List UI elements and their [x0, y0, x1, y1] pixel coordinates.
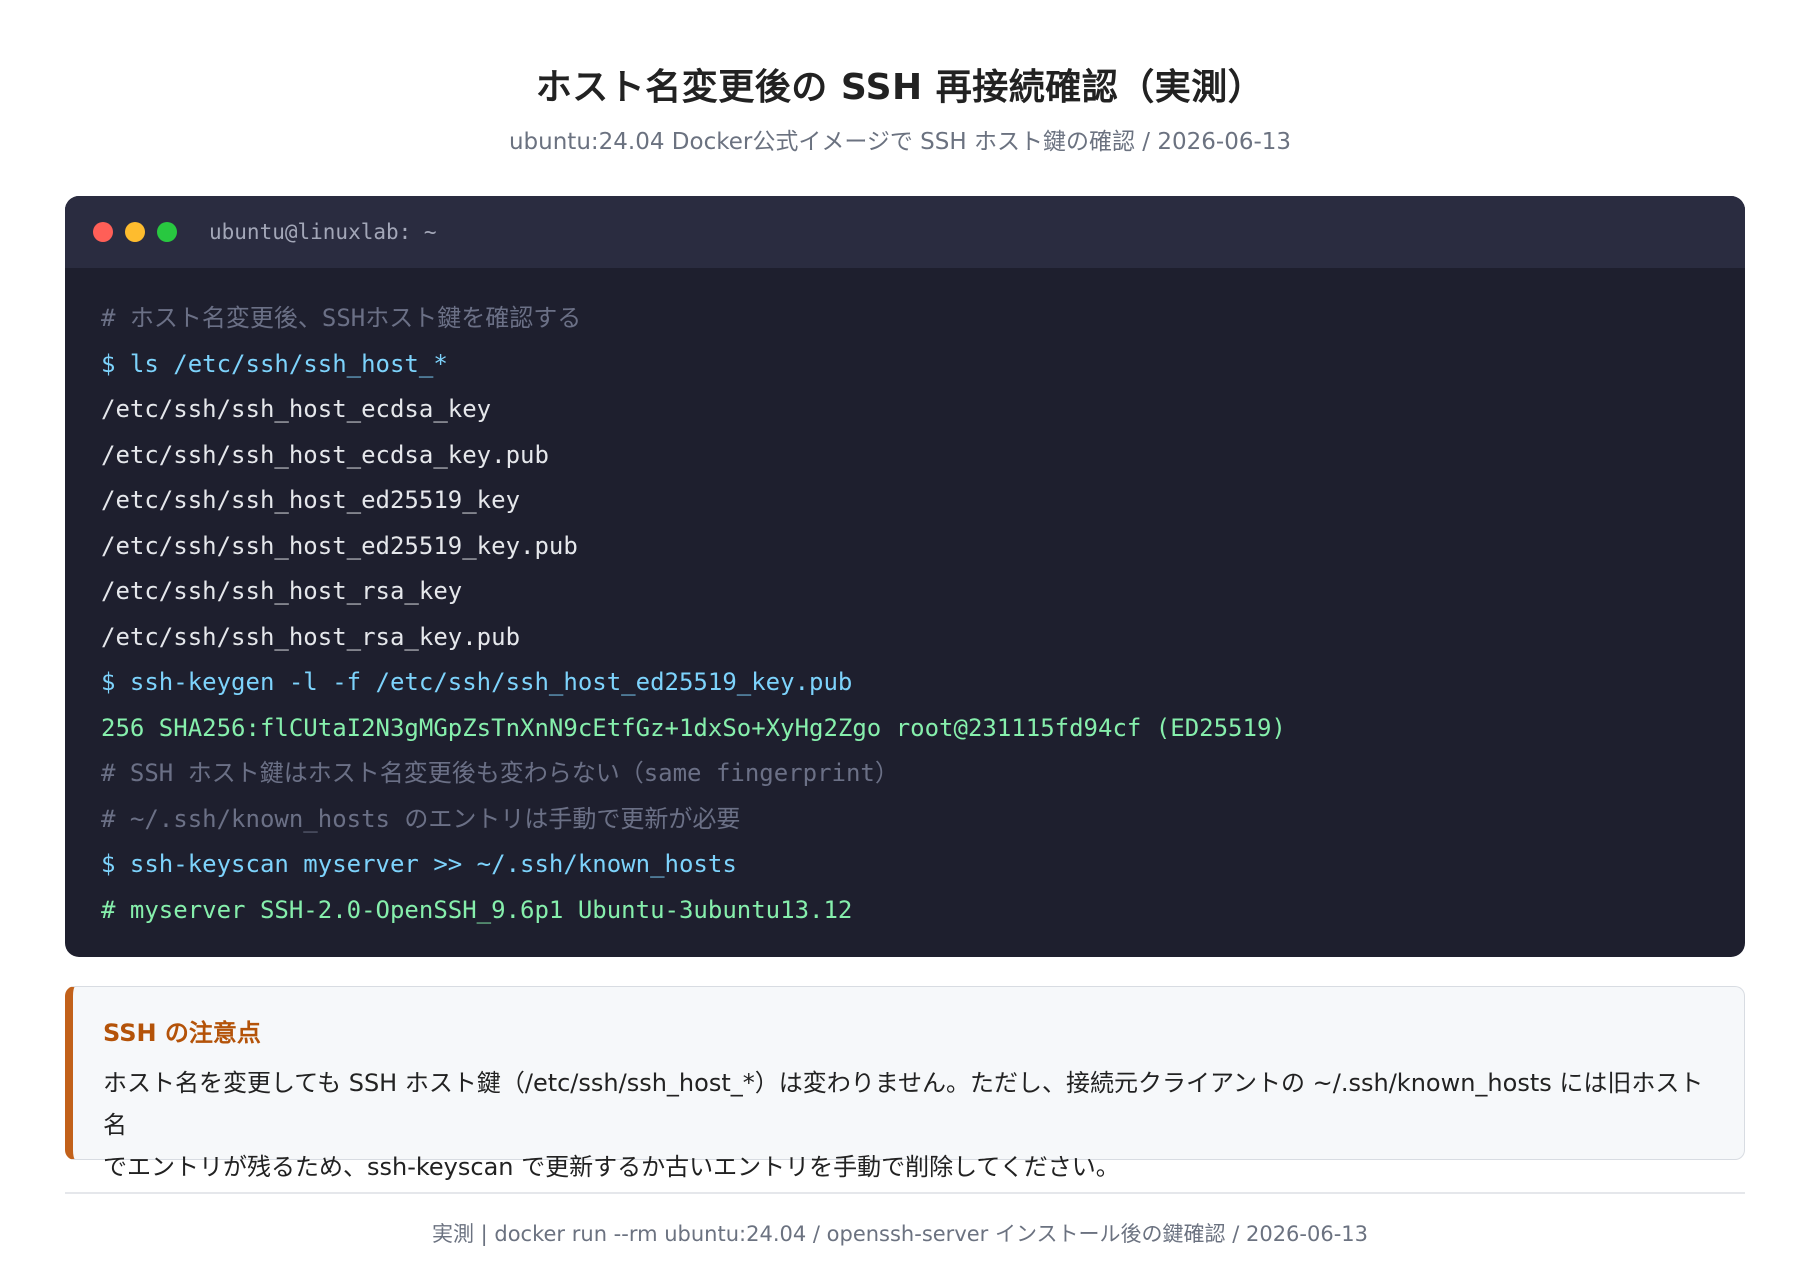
- terminal-line: /etc/ssh/ssh_host_ed25519_key.pub: [101, 531, 578, 560]
- terminal-line: $ ls /etc/ssh/ssh_host_*: [101, 349, 448, 378]
- terminal-line: # ~/.ssh/known_hosts のエントリは手動で更新が必要: [101, 804, 741, 833]
- callout-text-line: ホスト名を変更しても SSH ホスト鍵（/etc/ssh/ssh_host_*）…: [103, 1069, 1704, 1139]
- callout-text-line: でエントリが残るため、ssh-keyscan で更新するか古いエントリを手動で削…: [103, 1153, 1120, 1181]
- page: ホスト名変更後の SSH 再接続確認（実測） ubuntu:24.04 Dock…: [0, 0, 1800, 1282]
- ssh-note-callout: SSH の注意点 ホスト名を変更しても SSH ホスト鍵（/etc/ssh/ss…: [65, 986, 1745, 1181]
- footer-divider: [65, 1192, 1745, 1194]
- callout-title: SSH の注意点: [103, 1019, 261, 1047]
- terminal-line: $ ssh-keyscan myserver >> ~/.ssh/known_h…: [101, 850, 737, 878]
- terminal-window: ubuntu@linuxlab: ~ # ホスト名変更後、SSHホスト鍵を確認す…: [65, 196, 1745, 957]
- terminal-line: # myserver SSH-2.0-OpenSSH_9.6p1 Ubuntu-…: [101, 895, 853, 924]
- terminal-line: /etc/ssh/ssh_host_rsa_key: [101, 577, 463, 605]
- terminal-line: /etc/ssh/ssh_host_ecdsa_key: [101, 395, 492, 423]
- terminal-title: ubuntu@linuxlab: ~: [209, 220, 437, 244]
- page-title: ホスト名変更後の SSH 再接続確認（実測）: [535, 67, 1265, 108]
- footer-note: 実測 | docker run --rm ubuntu:24.04 / open…: [431, 1222, 1369, 1246]
- page-subtitle: ubuntu:24.04 Docker公式イメージで SSH ホスト鍵の確認 /…: [508, 129, 1292, 155]
- terminal-line: /etc/ssh/ssh_host_ed25519_key: [101, 486, 521, 514]
- terminal-titlebar: ubuntu@linuxlab: ~: [65, 196, 1745, 268]
- callout-text: ホスト名を変更しても SSH ホスト鍵（/etc/ssh/ssh_host_*）…: [103, 1062, 1714, 1188]
- terminal-line: # SSH ホスト鍵はホスト名変更後も変わらない（same fingerprin…: [101, 759, 899, 787]
- terminal-line: /etc/ssh/ssh_host_rsa_key.pub: [101, 622, 521, 651]
- terminal-output[interactable]: # ホスト名変更後、SSHホスト鍵を確認する $ ls /etc/ssh/ssh…: [65, 268, 1745, 933]
- terminal-line: $ ssh-keygen -l -f /etc/ssh/ssh_host_ed2…: [101, 668, 853, 696]
- close-window-dot-icon[interactable]: [93, 222, 113, 242]
- terminal-line: /etc/ssh/ssh_host_ecdsa_key.pub: [101, 440, 549, 469]
- terminal-line: # ホスト名変更後、SSHホスト鍵を確認する: [101, 304, 582, 332]
- maximize-window-dot-icon[interactable]: [157, 222, 177, 242]
- terminal-line: 256 SHA256:flCUtaI2N3gMGpZsTnXnN9cEtfGz+…: [101, 713, 1286, 742]
- minimize-window-dot-icon[interactable]: [125, 222, 145, 242]
